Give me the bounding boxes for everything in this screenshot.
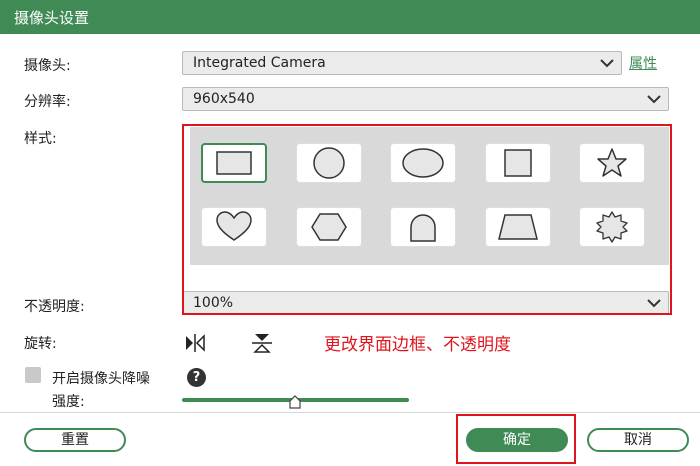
opacity-label: 不透明度: (24, 299, 85, 315)
star-shape-icon (597, 148, 627, 177)
title-bar: 摄像头设置 (0, 0, 700, 34)
shape-badge[interactable] (579, 207, 645, 247)
opacity-select-value: 100% (193, 295, 234, 311)
strength-slider-thumb[interactable] (288, 395, 302, 409)
circle-shape-icon (313, 147, 345, 179)
shape-rectangle[interactable] (201, 143, 267, 183)
help-icon[interactable]: ? (187, 368, 206, 387)
shape-star[interactable] (579, 143, 645, 183)
shape-heart[interactable] (201, 207, 267, 247)
shape-trapezoid[interactable] (485, 207, 551, 247)
camera-select-value: Integrated Camera (193, 55, 326, 71)
flip-horizontal-icon (186, 334, 205, 352)
rotate-label: 旋转: (24, 336, 57, 352)
flip-horizontal-button[interactable] (182, 330, 208, 356)
square-shape-icon (504, 149, 532, 177)
ok-button[interactable]: 确定 (466, 428, 568, 452)
footer-divider (0, 412, 700, 413)
arch-shape-icon (410, 214, 436, 242)
reset-button[interactable]: 重置 (24, 428, 126, 452)
badge-shape-icon (596, 211, 628, 243)
cancel-button[interactable]: 取消 (587, 428, 689, 452)
ellipse-shape-icon (402, 148, 444, 178)
hexagon-shape-icon (311, 213, 347, 241)
shape-gallery (190, 127, 669, 265)
shape-arch[interactable] (390, 207, 456, 247)
flip-vertical-icon (252, 334, 272, 353)
window-title: 摄像头设置 (14, 9, 90, 27)
opacity-select[interactable]: 100% (182, 291, 669, 315)
resolution-label: 分辨率: (24, 94, 71, 110)
chevron-down-icon (600, 59, 614, 68)
denoise-label: 开启摄像头降噪 (52, 371, 150, 387)
shape-circle[interactable] (296, 143, 362, 183)
shape-hexagon[interactable] (296, 207, 362, 247)
camera-select[interactable]: Integrated Camera (182, 51, 622, 75)
denoise-checkbox[interactable] (25, 367, 41, 383)
rectangle-shape-icon (216, 151, 252, 175)
camera-properties-link[interactable]: 属性 (629, 53, 657, 73)
style-label: 样式: (24, 131, 57, 147)
trapezoid-shape-icon (498, 214, 538, 240)
heart-shape-icon (216, 211, 252, 241)
shape-square[interactable] (485, 143, 551, 183)
shape-ellipse[interactable] (390, 143, 456, 183)
strength-label: 强度: (52, 394, 85, 410)
camera-label: 摄像头: (24, 58, 71, 74)
flip-vertical-button[interactable] (249, 330, 275, 356)
resolution-select[interactable]: 960x540 (182, 87, 669, 111)
chevron-down-icon (647, 299, 661, 308)
annotation-note: 更改界面边框、不透明度 (324, 335, 511, 355)
chevron-down-icon (647, 95, 661, 104)
resolution-select-value: 960x540 (193, 91, 255, 107)
